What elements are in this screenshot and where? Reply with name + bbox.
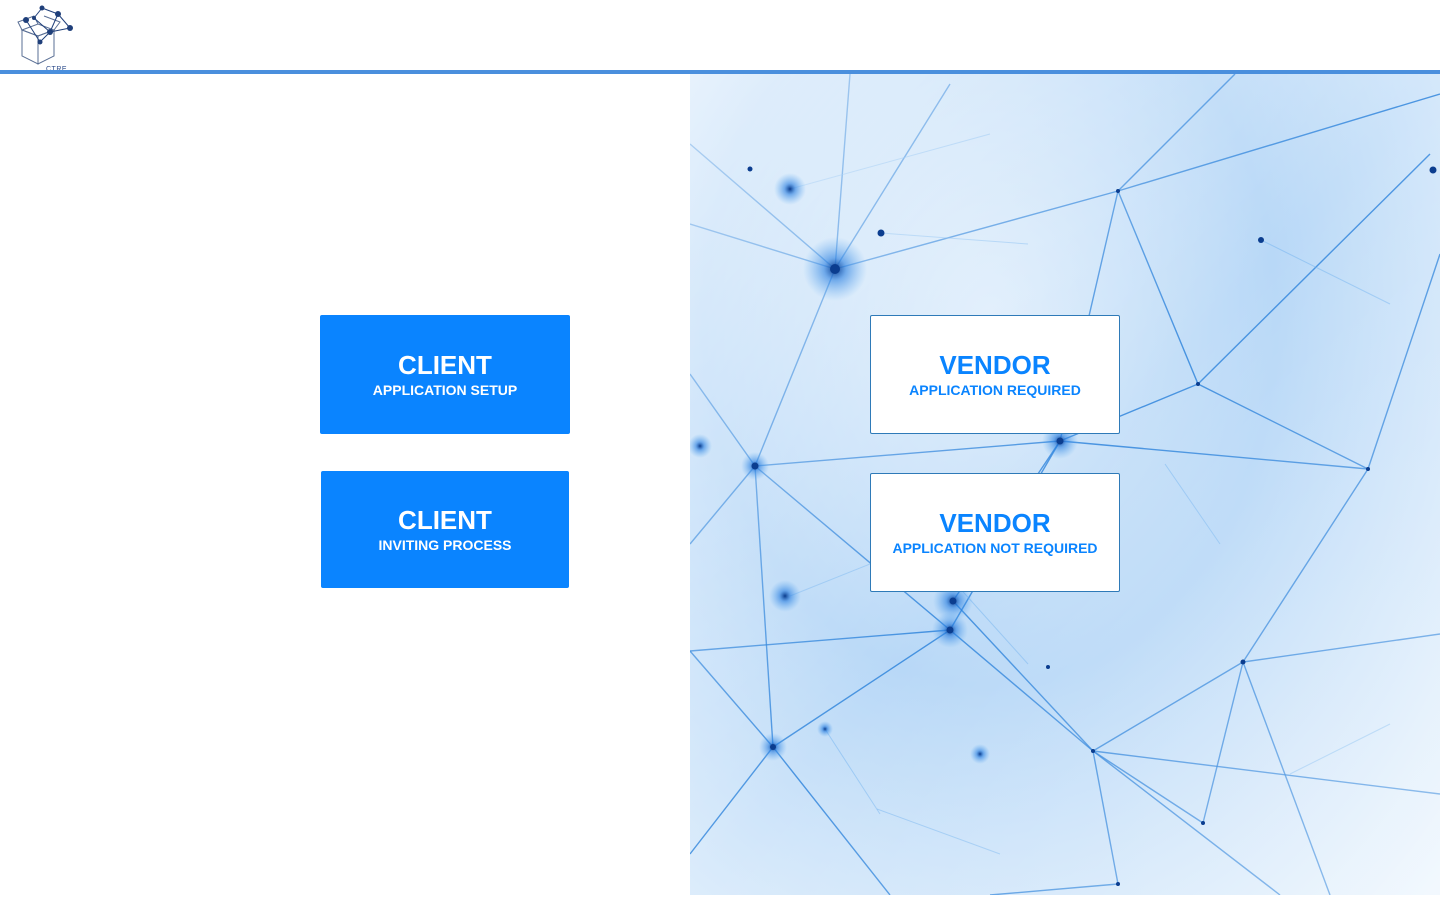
top-header: CTRE [0, 0, 1440, 73]
vendor-application-required-button[interactable]: VENDOR APPLICATION REQUIRED [870, 315, 1120, 434]
button-subtitle: INVITING PROCESS [378, 536, 512, 553]
client-application-setup-button[interactable]: CLIENT APPLICATION SETUP [320, 315, 570, 434]
open-box-network-logo-icon[interactable] [14, 4, 78, 72]
vendor-application-not-required-button[interactable]: VENDOR APPLICATION NOT REQUIRED [870, 473, 1120, 592]
button-title: VENDOR [939, 349, 1051, 380]
button-title: CLIENT [398, 504, 492, 535]
button-title: VENDOR [939, 507, 1051, 538]
button-subtitle: APPLICATION REQUIRED [909, 381, 1081, 398]
client-inviting-process-button[interactable]: CLIENT INVITING PROCESS [321, 471, 569, 588]
button-title: CLIENT [398, 349, 492, 380]
button-subtitle: APPLICATION SETUP [372, 381, 518, 398]
vendor-panel: VENDOR APPLICATION REQUIRED VENDOR APPLI… [690, 74, 1440, 895]
client-panel: CLIENT APPLICATION SETUP CLIENT INVITING… [0, 74, 690, 900]
button-subtitle: APPLICATION NOT REQUIRED [892, 539, 1098, 556]
